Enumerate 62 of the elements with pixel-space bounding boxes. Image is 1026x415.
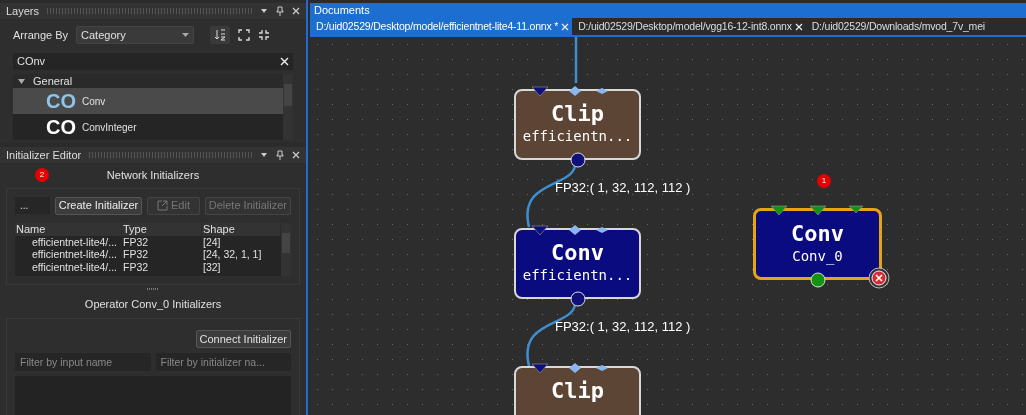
table-cell-text: FP32 (122, 248, 150, 261)
table-cell-text: efficientnet-lite4/... (31, 260, 119, 273)
close-icon[interactable] (292, 151, 300, 159)
document-tab[interactable]: D:/uid02529/Desktop/model/vgg16-12-int8.onnx (572, 18, 806, 35)
scrollbar[interactable] (283, 74, 293, 140)
table-cell-text: FP32 (122, 260, 150, 273)
sort-icon (214, 29, 227, 41)
external-link-icon (157, 200, 168, 211)
name-field[interactable]: ... (15, 197, 50, 214)
filter-field[interactable]: Filter by input name (15, 353, 151, 371)
output-port-icon[interactable] (809, 272, 826, 288)
layer-glyph: CO (46, 91, 76, 111)
table-cell-text: [24] (202, 235, 222, 248)
splitter-handle[interactable] (147, 287, 159, 290)
clear-icon[interactable] (280, 57, 289, 66)
initializer-button[interactable]: Create Initializer (54, 196, 143, 215)
graph-node[interactable]: Clip efficientn... (514, 89, 641, 160)
table-cell-text: [32] (202, 260, 222, 273)
panel-title: Initializer Editor (6, 147, 82, 163)
document-tab[interactable]: D:/uid02529/Desktop/model/efficientnet-lite4-11.onnx * (310, 18, 573, 35)
output-port-icon[interactable] (569, 291, 586, 307)
arrange-by-dropdown[interactable]: Category (76, 26, 195, 44)
scrollbar[interactable] (281, 222, 291, 276)
pin-icon[interactable] (276, 6, 284, 16)
edge-label: FP32:( 1, 32, 112, 112 ) (555, 318, 691, 336)
dropdown-icon[interactable] (260, 152, 268, 158)
pin-icon[interactable] (276, 150, 284, 160)
output-port-icon[interactable] (569, 152, 586, 168)
table-cell-text: efficientnet-lite4/... (31, 235, 119, 248)
badge: 1 (817, 174, 831, 188)
graph-node[interactable]: Clip (514, 366, 641, 415)
caret-icon[interactable] (18, 78, 25, 84)
tree-group[interactable]: General (13, 74, 283, 88)
connect-button[interactable]: Connect Initializer (195, 330, 291, 348)
connector-line (574, 37, 578, 83)
close-icon[interactable] (292, 7, 300, 15)
arrange-by-label: Arrange By (13, 27, 69, 43)
column-header[interactable]: Name (15, 222, 122, 236)
layer-glyph: CO (46, 117, 76, 137)
sort-button[interactable] (210, 26, 231, 44)
search-field[interactable]: COnv (13, 53, 293, 70)
filter-field[interactable]: Filter by initializer na... (155, 353, 291, 371)
dropdown-icon (182, 33, 190, 37)
layer-item[interactable]: CO Conv (13, 88, 283, 114)
section-title: Operator Conv_0 Initializers (84, 296, 222, 312)
column-header[interactable]: Type (122, 222, 202, 236)
expand-icon[interactable] (238, 29, 251, 41)
table-cell-text: efficientnet-lite4/... (31, 248, 119, 261)
layer-item[interactable]: CO ConvInteger (13, 114, 283, 140)
section-title: Network Initializers (106, 168, 200, 183)
document-tab[interactable]: D:/uid02529/Downloads/mvod_7v_mei (805, 18, 988, 35)
collapse-icon[interactable] (258, 29, 271, 41)
badge: 2 (35, 168, 49, 182)
table-cell-text: [24, 32, 1, 1] (202, 248, 263, 261)
panel-title: Layers (6, 3, 40, 19)
graph-node[interactable]: Conv Conv_0 (753, 208, 882, 280)
error-icon[interactable] (868, 267, 890, 289)
panel-title: Documents (314, 3, 370, 19)
edge-label: FP32:( 1, 32, 112, 112 ) (555, 179, 691, 197)
dropdown-icon[interactable] (260, 8, 268, 14)
graph-node[interactable]: Conv efficientn... (514, 228, 641, 299)
table-cell-text: FP32 (122, 235, 150, 248)
